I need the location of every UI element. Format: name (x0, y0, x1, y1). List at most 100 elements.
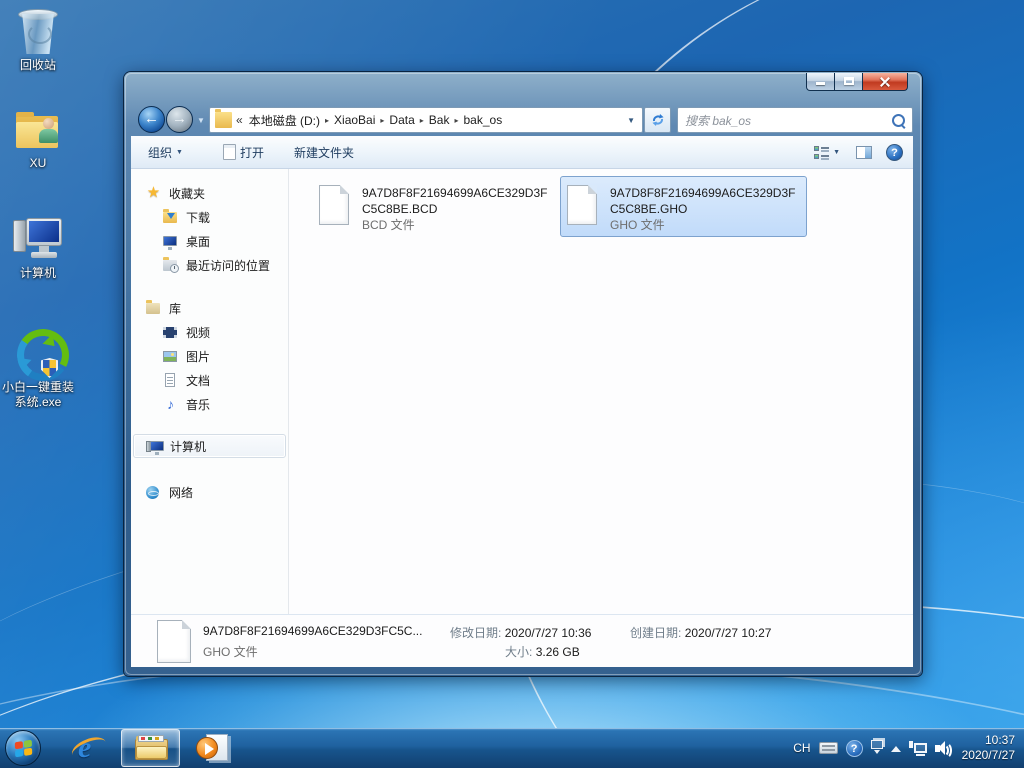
details-filename: 9A7D8F8F21694699A6CE329D3FC5C... (203, 624, 422, 638)
search-icon[interactable] (892, 114, 905, 127)
user-folder-icon (13, 110, 63, 154)
sidebar-item-desktop[interactable]: 桌面 (131, 229, 288, 253)
desktop-icon-recycle-bin[interactable]: 回收站 (0, 6, 76, 73)
taskbar-explorer-button-active[interactable] (121, 729, 180, 767)
sidebar-item-pictures[interactable]: 图片 (131, 344, 288, 368)
views-icon (814, 146, 829, 159)
sidebar-item-downloads[interactable]: 下载 (131, 205, 288, 229)
file-page-icon (319, 185, 349, 225)
taskbar-media-player-button[interactable] (196, 733, 230, 763)
refresh-button[interactable] (644, 107, 671, 133)
folder-icon (215, 112, 232, 128)
sidebar-item-libraries[interactable]: 库 (131, 296, 288, 320)
chevron-down-icon: ▼ (176, 149, 183, 156)
desktop-icon-xiaobai-exe[interactable]: 小白一键重装系统.exe (0, 326, 76, 410)
language-indicator[interactable]: CH (793, 741, 810, 755)
computer-small-icon (146, 438, 163, 454)
pictures-icon (162, 348, 179, 364)
navigation-pane: ★ 收藏夹 下载 桌面 最近访问的位置 库 (131, 169, 289, 614)
computer-icon (12, 216, 64, 264)
navigation-bar: ← → ▼ « 本地磁盘 (D:) ▸ XiaoBai ▸ Data ▸ Bak… (131, 104, 913, 136)
recent-pages-dropdown-icon[interactable]: ▼ (197, 116, 205, 125)
address-bar[interactable]: « 本地磁盘 (D:) ▸ XiaoBai ▸ Data ▸ Bak ▸ bak… (209, 107, 643, 133)
sidebar-item-documents[interactable]: 文档 (131, 368, 288, 392)
open-button[interactable]: 打开 (216, 140, 271, 165)
maximize-button[interactable] (835, 73, 863, 91)
details-size: 大小: 3.26 GB (505, 643, 580, 660)
media-player-icon (196, 737, 218, 759)
desktop-icon-label: 小白一键重装系统.exe (0, 380, 76, 410)
details-modified: 修改日期: 2020/7/27 10:36 (450, 624, 591, 641)
details-pane: 9A7D8F8F21694699A6CE329D3FC5C... GHO 文件 … (131, 614, 913, 667)
file-type: BCD 文件 (362, 217, 547, 233)
help-button[interactable]: ? (886, 144, 903, 161)
desktop-icon-label: 计算机 (0, 266, 76, 281)
clock-time: 10:37 (962, 733, 1015, 748)
xiaobai-reinstall-icon (12, 326, 64, 378)
sidebar-item-music[interactable]: ♪ 音乐 (131, 392, 288, 416)
start-button[interactable] (5, 730, 41, 766)
back-button[interactable]: ← (138, 106, 165, 133)
breadcrumb-separator-icon[interactable]: ▸ (377, 116, 387, 125)
organize-button[interactable]: 组织 ▼ (141, 140, 190, 165)
desktop-icon-xu-folder[interactable]: XU (0, 110, 76, 171)
file-type: GHO 文件 (610, 217, 795, 233)
chevron-down-icon: ▼ (833, 149, 840, 156)
recycle-bin-icon (16, 6, 60, 56)
breadcrumb-drive[interactable]: 本地磁盘 (D:) (247, 112, 322, 129)
minimize-icon (816, 82, 825, 85)
network-tray-icon[interactable] (909, 741, 927, 756)
volume-icon[interactable] (935, 741, 952, 756)
music-note-icon: ♪ (162, 396, 179, 412)
change-view-button[interactable]: ▼ (812, 144, 842, 161)
file-name-line1: 9A7D8F8F21694699A6CE329D3F (362, 185, 547, 201)
desktop-icon-label: 回收站 (0, 58, 76, 73)
file-item-bcd[interactable]: 9A7D8F8F21694699A6CE329D3F C5C8BE.BCD BC… (312, 176, 559, 237)
desktop-monitor-icon (162, 233, 179, 249)
breadcrumb-data[interactable]: Data (387, 113, 416, 127)
breadcrumb-separator-icon[interactable]: ▸ (322, 116, 332, 125)
file-page-icon (157, 620, 191, 663)
sidebar-item-favorites[interactable]: ★ 收藏夹 (131, 181, 288, 205)
sidebar-item-computer[interactable]: 计算机 (133, 434, 286, 458)
ime-toolbar-icon[interactable] (871, 740, 883, 757)
breadcrumb-bak-os[interactable]: bak_os (462, 113, 505, 127)
ime-help-icon[interactable]: ? (846, 740, 863, 757)
breadcrumb-bak[interactable]: Bak (427, 113, 452, 127)
keyboard-icon[interactable] (819, 742, 838, 754)
breadcrumb-overflow[interactable]: « (236, 113, 243, 127)
windows-logo-icon (15, 740, 33, 758)
clock-date: 2020/7/27 (962, 748, 1015, 763)
sidebar-item-network[interactable]: 网络 (131, 480, 288, 504)
file-name-line1: 9A7D8F8F21694699A6CE329D3F (610, 185, 795, 201)
documents-icon (162, 372, 179, 388)
new-folder-button[interactable]: 新建文件夹 (287, 140, 361, 165)
explorer-window: ← → ▼ « 本地磁盘 (D:) ▸ XiaoBai ▸ Data ▸ Bak… (124, 72, 922, 676)
refresh-icon (651, 113, 665, 127)
search-placeholder: 搜索 bak_os (685, 112, 751, 129)
downloads-icon (162, 209, 179, 225)
breadcrumb-xiaobai[interactable]: XiaoBai (332, 113, 377, 127)
sidebar-item-recent-places[interactable]: 最近访问的位置 (131, 253, 288, 277)
close-button[interactable] (863, 73, 908, 91)
file-page-icon (567, 185, 597, 225)
file-item-gho-selected[interactable]: 9A7D8F8F21694699A6CE329D3F C5C8BE.GHO GH… (560, 176, 807, 237)
minimize-button[interactable] (806, 73, 835, 91)
desktop-icon-computer[interactable]: 计算机 (0, 216, 76, 281)
recent-places-icon (162, 257, 179, 273)
clock[interactable]: 10:37 2020/7/27 (962, 733, 1015, 763)
taskbar-ie-button[interactable]: e (72, 732, 106, 764)
sidebar-item-videos[interactable]: 视频 (131, 320, 288, 344)
breadcrumb-separator-icon[interactable]: ▸ (417, 116, 427, 125)
document-icon (223, 144, 236, 160)
preview-pane-button[interactable] (856, 146, 872, 159)
taskbar: e CH ? 10:37 2020/7/27 (0, 728, 1024, 768)
show-hidden-icons-button[interactable] (891, 741, 901, 752)
address-dropdown-icon[interactable]: ▼ (627, 116, 637, 125)
search-box[interactable]: 搜索 bak_os (677, 107, 913, 133)
forward-button[interactable]: → (166, 106, 193, 133)
file-name-line2: C5C8BE.BCD (362, 201, 547, 217)
breadcrumb-separator-icon[interactable]: ▸ (451, 116, 461, 125)
star-icon: ★ (145, 185, 162, 201)
window-body: ★ 收藏夹 下载 桌面 最近访问的位置 库 (131, 169, 913, 614)
